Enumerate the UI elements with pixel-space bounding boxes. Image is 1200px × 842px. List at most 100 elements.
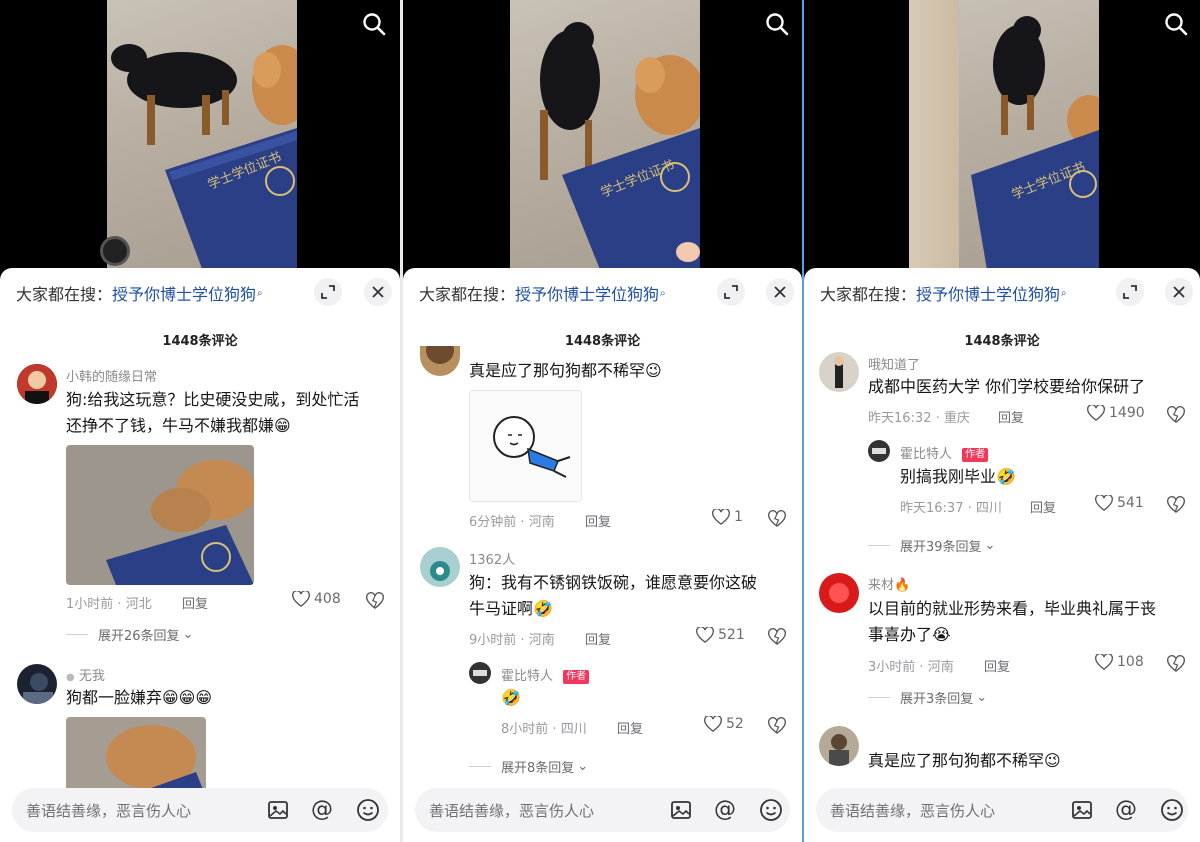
mention-icon[interactable]: @ [714,798,738,822]
image-icon[interactable] [669,798,693,822]
comment-meta: 8小时前 · 四川 [501,722,587,737]
dislike-icon[interactable] [1167,496,1185,514]
dislike-icon[interactable] [768,510,786,528]
certificate-emblem [1069,170,1097,198]
comment-location: 四川 [975,501,1002,516]
video-scene [540,22,700,282]
expand-button[interactable] [717,278,745,306]
image-icon[interactable] [1070,798,1094,822]
like-button[interactable]: 521 [696,627,745,643]
close-button[interactable] [364,278,392,306]
reply-button[interactable]: 回复 [585,511,611,530]
trending-search[interactable]: 大家都在搜： 授予你博士学位狗狗 ⌕ [16,282,263,304]
certificate-emblem [660,162,690,192]
expand-replies-label: 展开26条回复 [98,629,180,644]
avatar[interactable] [819,726,859,766]
comment-username-text: 无我 [78,669,105,684]
avatar[interactable] [17,364,57,404]
avatar[interactable] [819,573,859,613]
search-mini-icon: ⌕ [1061,287,1067,299]
trending-search[interactable]: 大家都在搜： 授予你博士学位狗狗 ⌕ [820,282,1067,304]
comment-username[interactable]: 1362人 [469,549,515,568]
expand-replies[interactable]: 展开26条回复 ⌄ [66,625,193,644]
comment-username[interactable]: 霍比特人 作者 [900,443,989,462]
trending-keyword[interactable]: 授予你博士学位狗狗 [112,281,256,305]
search-icon[interactable] [1164,12,1188,36]
dislike-icon[interactable] [366,592,384,610]
comment-panel-2: 学士学位证书 大家都在搜： 授予你博士学位狗狗 ⌕ 1448条评论 真是应了那句… [403,0,802,842]
avatar[interactable] [469,662,491,684]
avatar[interactable] [868,440,890,462]
comment-meta: 1小时前 · 河北 [66,597,152,612]
video-player[interactable]: 学士学位证书 [804,0,1200,282]
reply-button[interactable]: 回复 [585,629,611,648]
expand-replies[interactable]: 展开3条回复 ⌄ [868,688,987,707]
comment-image-content [66,445,254,585]
search-icon[interactable] [765,12,789,36]
reply-button[interactable]: 回复 [1030,497,1056,516]
video-player[interactable]: 学士学位证书 [403,0,802,282]
comment-input[interactable]: 善语结善缘，恶言伤人心 @ [816,788,1188,832]
video-player[interactable]: 学士学位证书 [0,0,400,282]
dislike-icon[interactable] [1167,406,1185,424]
expand-button[interactable] [314,278,342,306]
like-button[interactable]: 541 [1095,495,1144,511]
avatar[interactable] [420,346,460,376]
avatar-image [420,346,460,376]
avatar[interactable] [819,352,859,392]
comment-image[interactable] [66,717,206,797]
avatar[interactable] [420,547,460,587]
comment-username[interactable]: ● 无我 [66,665,105,684]
mention-icon[interactable]: @ [1115,798,1139,822]
reply-button[interactable]: 回复 [998,407,1024,426]
chevron-down-icon: ⌄ [984,538,996,553]
reply-button[interactable]: 回复 [984,656,1010,675]
avatar-image [17,664,57,704]
emoji-icon[interactable] [759,798,783,822]
expand-replies[interactable]: 展开39条回复 ⌄ [868,536,995,555]
comment-location: 河南 [927,660,954,675]
trending-keyword[interactable]: 授予你博士学位狗狗 [916,281,1060,305]
comment-username[interactable]: 霍比特人 作者 [501,665,590,684]
emoji-icon[interactable] [1160,798,1184,822]
like-button[interactable]: 108 [1095,654,1144,670]
trending-keyword[interactable]: 授予你博士学位狗狗 [515,281,659,305]
reply-button[interactable]: 回复 [617,718,643,737]
like-button[interactable]: 408 [292,591,341,607]
dislike-icon[interactable] [1167,655,1185,673]
like-button[interactable]: 1490 [1087,405,1145,421]
comment-username[interactable]: 来材🔥 [868,574,910,593]
emoji-icon[interactable] [356,798,380,822]
heart-icon [1095,495,1113,511]
expand-replies-label: 展开8条回复 [501,761,575,776]
trending-label: 大家都在搜： [419,285,516,304]
expand-button[interactable] [1116,278,1144,306]
comment-location: 河南 [528,633,555,648]
mention-icon[interactable]: @ [311,798,335,822]
like-count: 52 [726,716,744,732]
comment-input-placeholder: 善语结善缘，恶言伤人心 [830,802,996,820]
like-button[interactable]: 1 [712,509,743,525]
sticker-image [470,391,581,501]
dislike-icon[interactable] [768,628,786,646]
close-button[interactable] [766,278,794,306]
dislike-icon[interactable] [768,717,786,735]
comment-username[interactable]: 小韩的随缘日常 [66,366,157,385]
comment-time: 1小时前 [66,597,114,612]
comment-input[interactable]: 善语结善缘，恶言伤人心 @ [415,788,790,832]
comment-input[interactable]: 善语结善缘，恶言伤人心 @ [12,788,388,832]
like-button[interactable]: 52 [704,716,744,732]
avatar-image [469,662,491,684]
comment-sticker[interactable] [469,390,582,502]
comment-image[interactable] [66,445,254,585]
search-icon[interactable] [362,12,386,36]
avatar[interactable] [17,664,57,704]
comment-username[interactable]: 哦知道了 [868,354,920,373]
comment-meta: 昨天16:32 · 重庆 [868,411,970,426]
trending-search[interactable]: 大家都在搜： 授予你博士学位狗狗 ⌕ [419,282,666,304]
close-icon [774,286,786,298]
reply-button[interactable]: 回复 [182,593,208,612]
close-button[interactable] [1165,278,1193,306]
image-icon[interactable] [266,798,290,822]
expand-replies[interactable]: 展开8条回复 ⌄ [469,757,588,776]
